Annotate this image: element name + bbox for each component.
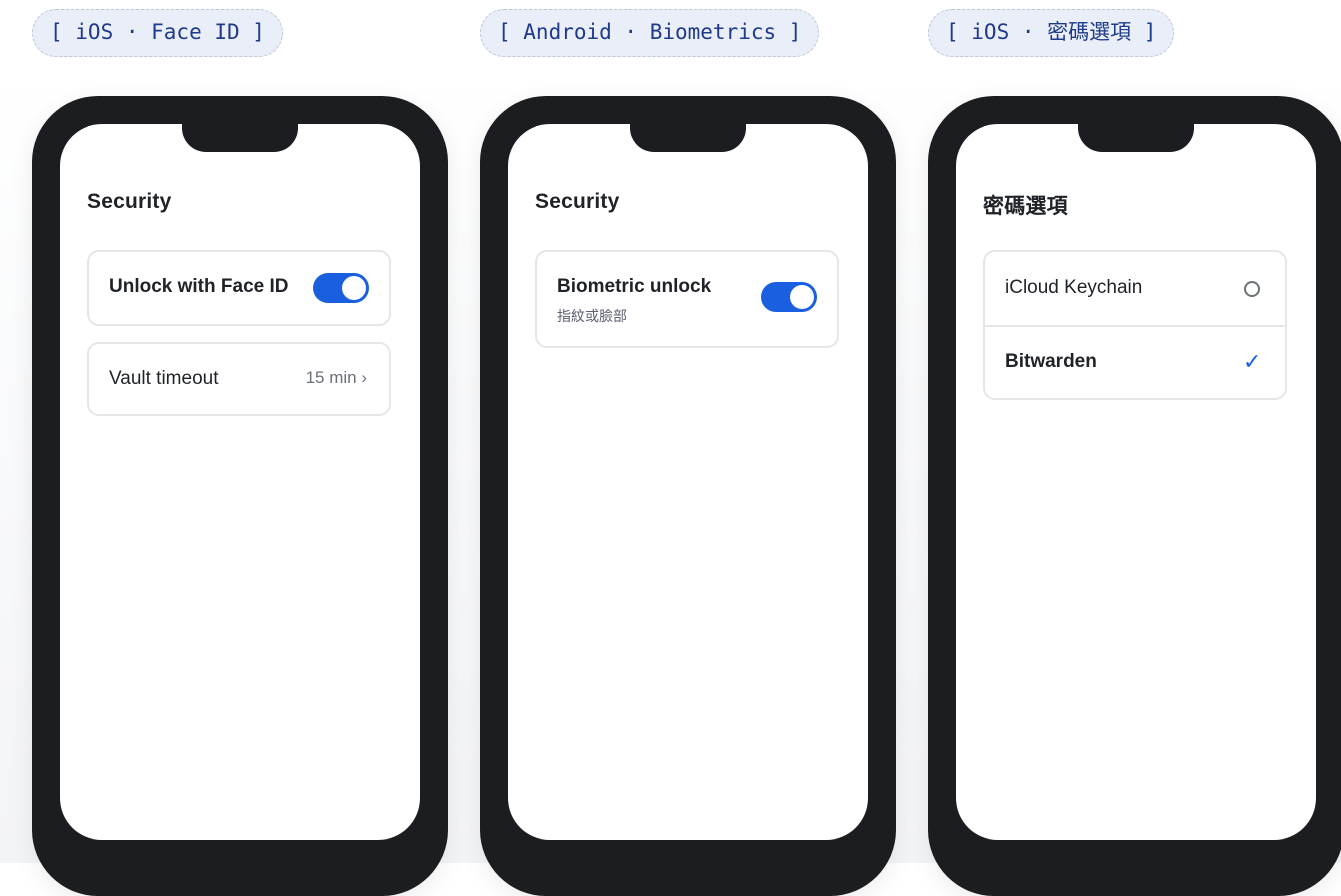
option-icloud-keychain-label: iCloud Keychain <box>1005 277 1143 298</box>
toggle-knob <box>342 276 366 300</box>
notch <box>1078 124 1194 152</box>
vault-timeout-row[interactable]: Vault timeout 15 min › <box>87 342 391 416</box>
phone-screen: Security Biometric unlock 指紋或臉部 <box>508 124 868 840</box>
password-provider-list: iCloud Keychain Bitwarden ✓ <box>983 250 1287 400</box>
screen-title: Security <box>535 190 620 213</box>
option-icloud-keychain[interactable]: iCloud Keychain <box>985 252 1285 325</box>
option-bitwarden[interactable]: Bitwarden ✓ <box>985 327 1285 400</box>
vault-timeout-label: Vault timeout <box>109 368 219 389</box>
phone-screen: 密碼選項 iCloud Keychain Bitwarden ✓ <box>956 124 1316 840</box>
phone-ios-face-id: Security Unlock with Face ID Vault timeo… <box>32 96 448 896</box>
vault-timeout-value: 15 min › <box>305 368 367 387</box>
toggle-knob <box>790 285 814 309</box>
label-android-biometrics: [ Android · Biometrics ] <box>480 9 820 57</box>
biometric-unlock-label: Biometric unlock <box>557 276 712 297</box>
label-ios-password-options: [ iOS · 密碼選項 ] <box>928 9 1175 57</box>
phone-screen: Security Unlock with Face ID Vault timeo… <box>60 124 420 840</box>
biometric-unlock-row[interactable]: Biometric unlock 指紋或臉部 <box>535 250 839 348</box>
biometric-unlock-toggle[interactable] <box>761 282 817 312</box>
label-ios-face-id: [ iOS · Face ID ] <box>32 9 283 57</box>
phone-android-biometrics: Security Biometric unlock 指紋或臉部 <box>480 96 896 896</box>
option-bitwarden-label: Bitwarden <box>1005 351 1097 372</box>
screen-title: Security <box>87 190 172 213</box>
radio-unselected-icon <box>1244 281 1260 297</box>
notch <box>630 124 746 152</box>
face-id-label: Unlock with Face ID <box>109 276 289 297</box>
face-id-toggle[interactable] <box>313 273 369 303</box>
phone-ios-password-options: 密碼選項 iCloud Keychain Bitwarden ✓ <box>928 96 1341 896</box>
checkmark-icon: ✓ <box>1243 350 1262 375</box>
biometric-unlock-sublabel: 指紋或臉部 <box>557 309 627 325</box>
face-id-row[interactable]: Unlock with Face ID <box>87 250 391 326</box>
notch <box>182 124 298 152</box>
screen-title: 密碼選項 <box>983 195 1068 218</box>
